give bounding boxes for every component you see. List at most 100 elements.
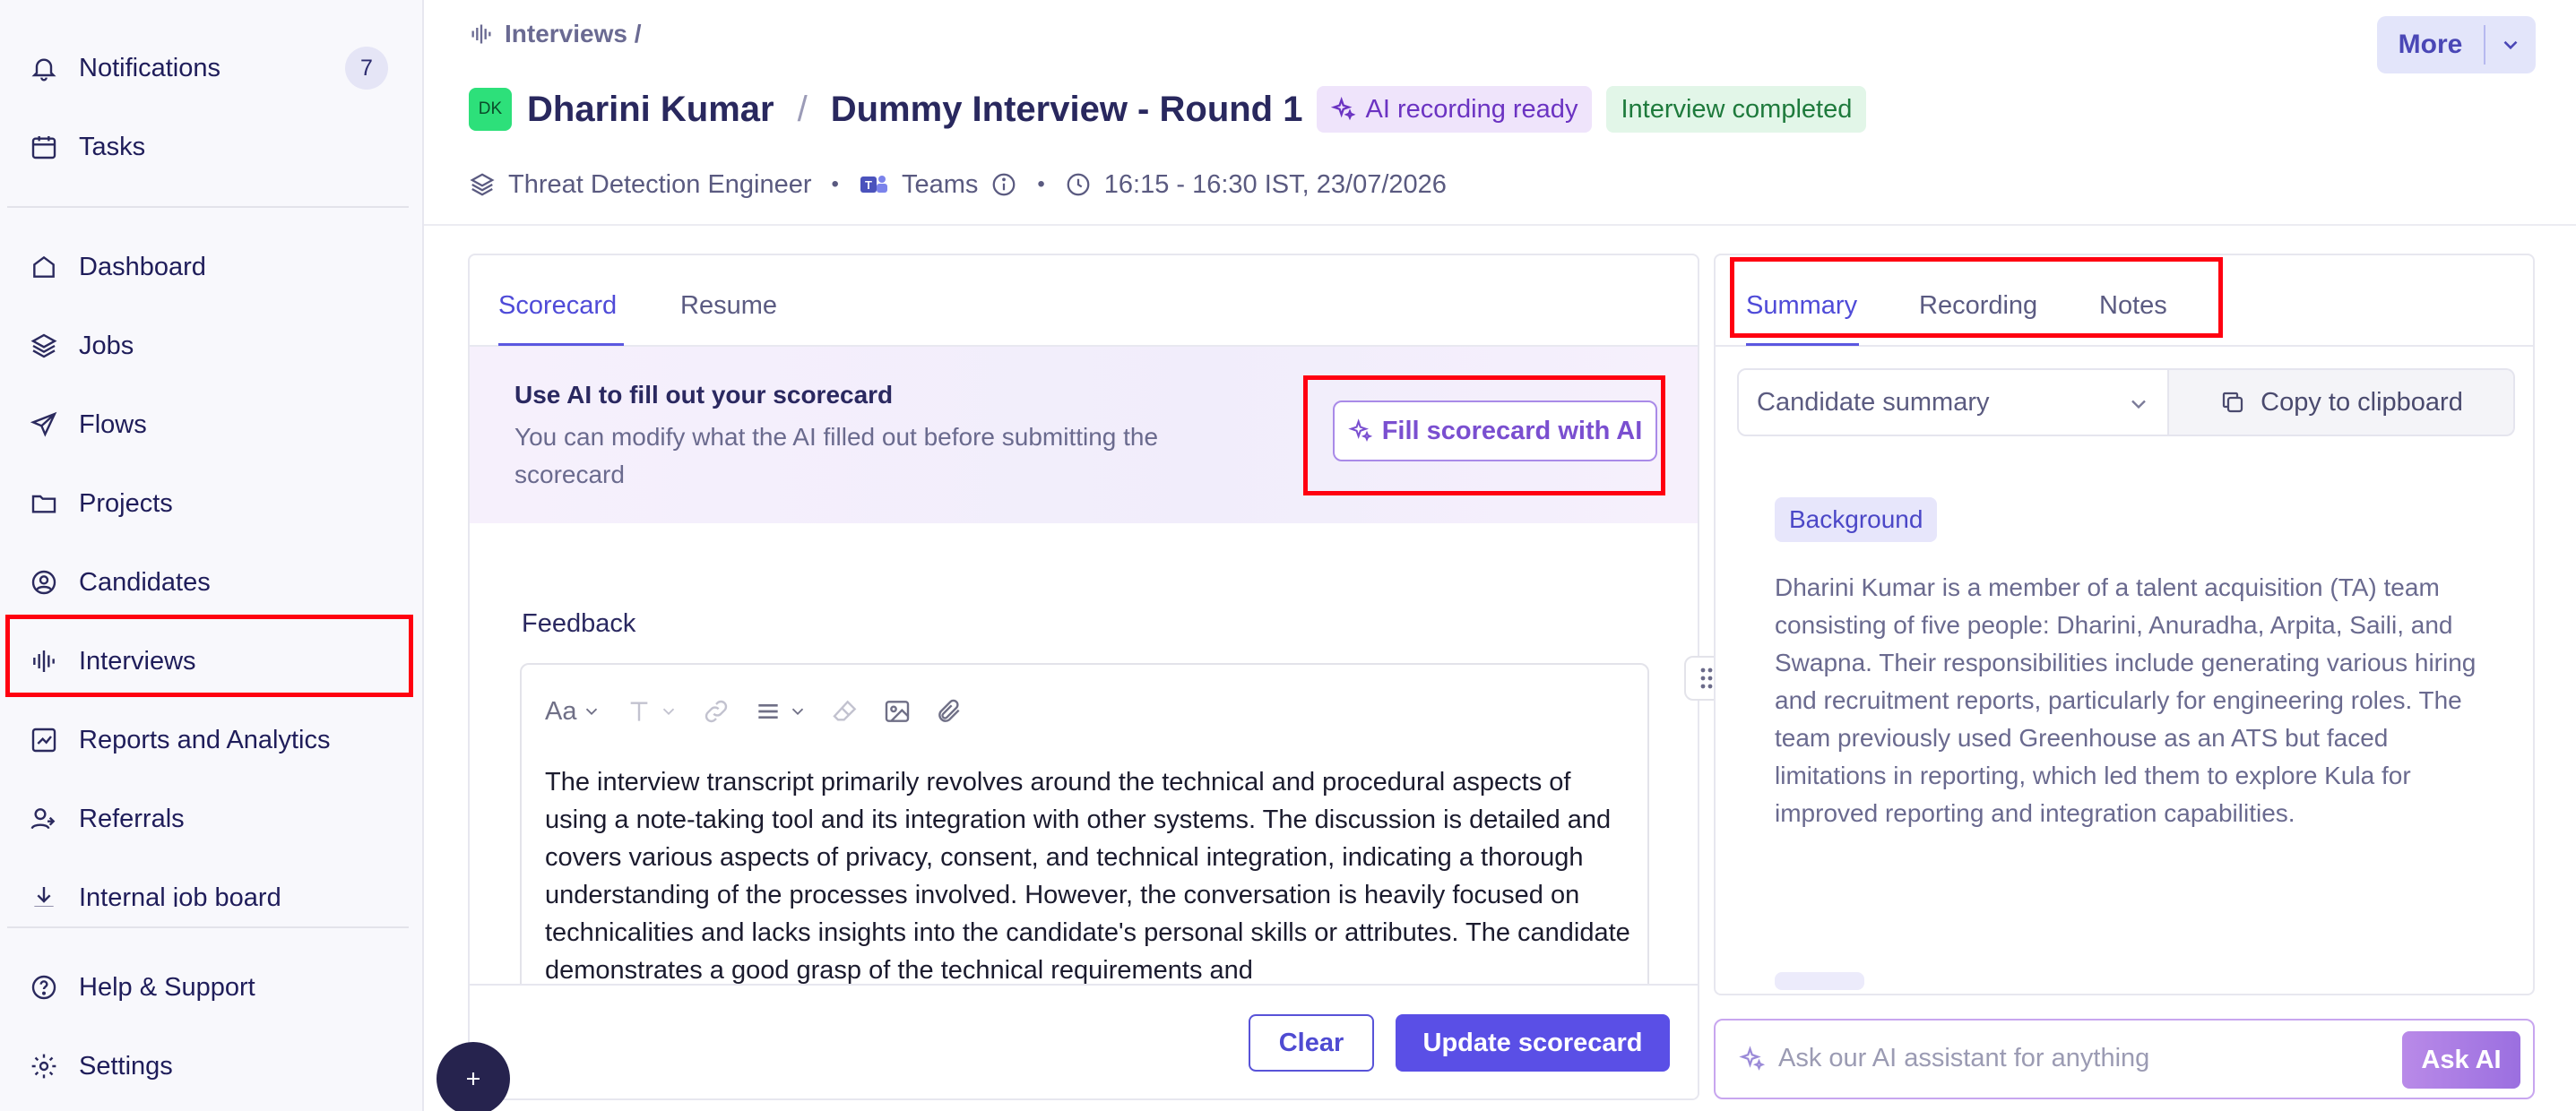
sparkle-icon — [1739, 1046, 1766, 1072]
title-separator: / — [797, 89, 808, 129]
sidebar-item-flows[interactable]: Flows — [29, 398, 405, 452]
sidebar-item-label: Help & Support — [79, 972, 255, 1002]
page-header: Interviews / More DK Dharini Kumar / Dum… — [424, 0, 2576, 226]
sidebar-item-help[interactable]: Help & Support — [29, 960, 405, 1014]
sidebar-item-label: Tasks — [79, 132, 146, 161]
sidebar-item-dashboard[interactable]: Dashboard — [29, 240, 405, 294]
scorecard-footer: Clear Update scorecard — [470, 984, 1698, 1098]
referral-icon — [29, 804, 59, 834]
tab-scorecard[interactable]: Scorecard — [498, 291, 617, 321]
more-button-label: More — [2398, 30, 2463, 59]
sidebar-item-label: Notifications — [79, 53, 220, 82]
more-button[interactable]: More — [2377, 16, 2536, 73]
gear-icon — [29, 1051, 59, 1081]
copy-icon — [2219, 389, 2246, 416]
editor-toolbar: Aa — [545, 693, 987, 729]
attachment-icon[interactable] — [935, 697, 964, 726]
link-icon[interactable] — [702, 697, 730, 726]
eraser-icon[interactable] — [831, 697, 860, 726]
summary-type-select[interactable]: Candidate summary — [1737, 368, 2169, 436]
sidebar-item-label: Flows — [79, 409, 147, 439]
sidebar-item-label: Projects — [79, 488, 173, 518]
sparkle-icon — [1331, 97, 1356, 122]
ai-banner-title: Use AI to fill out your scorecard — [514, 381, 894, 409]
calendar-icon — [29, 132, 59, 162]
job-role: Threat Detection Engineer — [508, 169, 812, 199]
font-size-dropdown[interactable]: Aa — [545, 697, 601, 727]
update-scorecard-button[interactable]: Update scorecard — [1396, 1014, 1670, 1072]
layers-icon — [29, 331, 59, 361]
user-circle-icon — [29, 567, 59, 598]
highlight-box-fill-ai — [1303, 375, 1665, 495]
sidebar: Notifications 7 Tasks Dashboard Jobs Flo… — [0, 0, 424, 1111]
svg-text:T: T — [865, 178, 872, 192]
page-title: Dummy Interview - Round 1 — [830, 89, 1303, 129]
sidebar-item-label: Jobs — [79, 331, 134, 360]
clock-icon — [1065, 171, 1092, 198]
add-fab-button[interactable] — [437, 1042, 510, 1111]
meeting-platform: Teams — [901, 169, 979, 199]
sidebar-item-projects[interactable]: Projects — [29, 477, 405, 530]
candidate-summary-text: Dharini Kumar is a member of a talent ac… — [1775, 573, 2477, 827]
scorecard-panel: Scorecard Resume Use AI to fill out your… — [468, 254, 1699, 1100]
sidebar-item-label: Dashboard — [79, 252, 206, 281]
layers-icon — [469, 171, 496, 198]
sidebar-item-internal-job-board[interactable]: Internal job board — [29, 871, 405, 907]
feedback-label: Feedback — [522, 609, 636, 638]
ask-ai-button[interactable]: Ask AI — [2402, 1031, 2520, 1089]
bell-icon — [29, 53, 59, 83]
sidebar-item-label: Internal job board — [79, 883, 281, 908]
highlight-box-interviews — [5, 615, 413, 697]
sidebar-item-candidates[interactable]: Candidates — [29, 556, 405, 609]
teams-icon: T — [859, 171, 889, 198]
ai-recording-badge[interactable]: AI recording ready — [1317, 86, 1593, 133]
avatar: DK — [469, 88, 512, 131]
download-icon — [29, 883, 59, 907]
chart-icon — [29, 725, 59, 755]
breadcrumb-text: Interviews / — [505, 20, 642, 47]
copy-to-clipboard-button[interactable]: Copy to clipboard — [2169, 368, 2515, 436]
home-icon — [29, 252, 59, 282]
ask-ai-bar: Ask our AI assistant for anything Ask AI — [1714, 1019, 2535, 1099]
tab-resume[interactable]: Resume — [680, 291, 777, 321]
sidebar-item-reports[interactable]: Reports and Analytics — [29, 713, 405, 767]
folder-icon — [29, 488, 59, 519]
send-icon — [29, 409, 59, 440]
sidebar-scroll-clip: Internal job board — [0, 860, 422, 907]
sidebar-divider — [7, 206, 409, 208]
interview-time: 16:15 - 16:30 IST, 23/07/2026 — [1103, 169, 1447, 199]
sidebar-item-label: Referrals — [79, 804, 185, 833]
status-badge: Interview completed — [1606, 86, 1867, 133]
sidebar-item-settings[interactable]: Settings — [29, 1039, 405, 1093]
section-tag-background: Background — [1775, 497, 1938, 542]
ai-banner-description: You can modify what the AI filled out be… — [514, 423, 1159, 488]
candidate-name[interactable]: Dharini Kumar — [527, 90, 774, 130]
sidebar-item-referrals[interactable]: Referrals — [29, 792, 405, 846]
active-tab-indicator — [498, 343, 624, 346]
sidebar-item-label: Reports and Analytics — [79, 725, 331, 754]
sidebar-item-tasks[interactable]: Tasks — [29, 120, 405, 174]
sidebar-item-label: Settings — [79, 1051, 173, 1081]
text-style-icon[interactable] — [625, 697, 679, 726]
align-icon[interactable] — [754, 697, 808, 726]
chevron-down-icon[interactable] — [2485, 33, 2536, 56]
image-icon[interactable] — [883, 697, 912, 726]
chevron-down-icon — [2126, 392, 2151, 417]
info-icon[interactable] — [990, 171, 1017, 198]
notification-count-badge: 7 — [345, 47, 388, 90]
sidebar-item-jobs[interactable]: Jobs — [29, 319, 405, 373]
ask-ai-input[interactable]: Ask our AI assistant for anything — [1778, 1044, 2149, 1073]
clear-button[interactable]: Clear — [1249, 1014, 1374, 1072]
highlight-box-tabs — [1730, 257, 2223, 338]
help-icon — [29, 972, 59, 1003]
sidebar-divider — [7, 926, 409, 928]
summary-panel: Summary Recording Notes Candidate summar… — [1714, 254, 2535, 995]
feedback-text[interactable]: The interview transcript primarily revol… — [545, 763, 1631, 989]
plus-icon — [461, 1066, 486, 1091]
active-tab-indicator — [1746, 343, 1859, 346]
breadcrumb[interactable]: Interviews / — [469, 20, 642, 48]
sidebar-item-label: Candidates — [79, 567, 211, 597]
interview-meta: Threat Detection Engineer • T Teams • 16… — [469, 167, 1447, 202]
waveform-icon — [469, 22, 494, 47]
title-row: DK Dharini Kumar / Dummy Interview - Rou… — [469, 86, 1867, 133]
